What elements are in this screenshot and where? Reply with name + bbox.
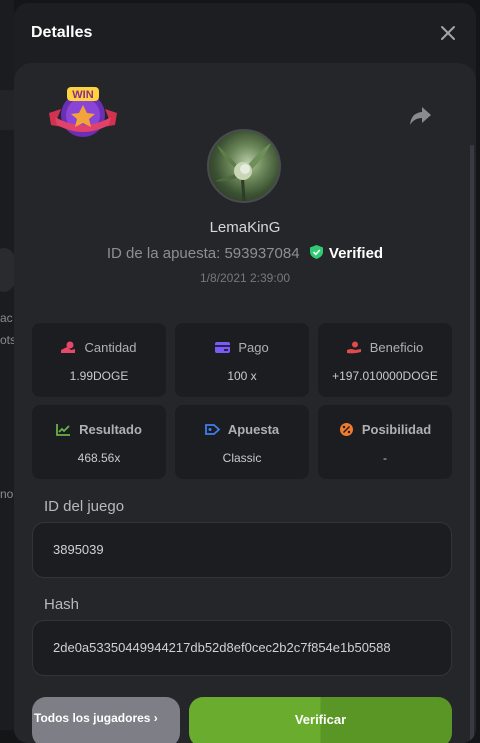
hand-coin-icon (346, 341, 361, 354)
stat-card-result: Resultado 468.56x (32, 405, 166, 479)
verified-label: Verified (328, 245, 384, 262)
stat-label: Cantidad (84, 340, 137, 355)
win-badge-icon: WIN (49, 87, 117, 137)
background-page: ac ots no (0, 0, 18, 730)
share-icon[interactable] (408, 105, 432, 127)
hash-field[interactable]: 2de0a53350449944217db52d8ef0cec2b2c7f854… (32, 620, 452, 676)
stat-card-bet: Apuesta Classic (175, 405, 309, 479)
verify-label: Verificar (294, 712, 347, 727)
stat-card-amount: Cantidad 1.99DOGE (32, 323, 166, 397)
details-modal: Detalles WIN LemaKinG ID de la apuesta: … (14, 3, 476, 743)
chart-icon (56, 424, 71, 436)
modal-header: Detalles (14, 3, 476, 63)
stat-label: Apuesta (227, 422, 280, 437)
stat-value: 100 x (227, 369, 257, 383)
all-players-label: Todos los jugadores › (34, 711, 158, 725)
tag-icon (204, 424, 220, 435)
details-panel: WIN LemaKinG ID de la apuesta: 593937084 (14, 63, 476, 743)
stat-value: Classic (222, 451, 262, 465)
avatar (207, 129, 281, 203)
stat-card-payout: Pago 100 x (175, 323, 309, 397)
background-text: ac (0, 311, 13, 325)
badge-text: WIN (72, 89, 93, 101)
game-id-label: ID del juego (44, 498, 125, 515)
stat-value: 1.99DOGE (69, 369, 129, 383)
username: LemaKinG (209, 219, 281, 236)
stat-card-chance: Posibilidad - (318, 405, 452, 479)
bet-id: ID de la apuesta: 593937084 Verified (14, 245, 476, 262)
all-players-button[interactable]: Todos los jugadores › (32, 697, 180, 743)
modal-title: Detalles (31, 24, 93, 41)
verified-shield-icon (309, 245, 323, 259)
background-text: no (0, 487, 14, 501)
bet-id-value: 593937084 (224, 245, 300, 262)
game-id-field[interactable]: 3895039 (32, 522, 452, 578)
stat-value: - (383, 451, 387, 465)
close-icon[interactable] (440, 25, 456, 41)
stat-label: Resultado (79, 422, 142, 437)
hash-label: Hash (44, 596, 80, 613)
card-icon (215, 342, 231, 353)
stat-label: Pago (238, 340, 269, 355)
coins-icon (61, 341, 76, 353)
background-element (0, 90, 14, 130)
stat-value: +197.010000DOGE (332, 369, 438, 383)
verify-button[interactable]: Verificar (189, 697, 452, 743)
game-id-value: 3895039 (53, 542, 104, 557)
stat-card-profit: Beneficio +197.010000DOGE (318, 323, 452, 397)
percent-icon (339, 423, 353, 436)
stat-label: Posibilidad (361, 422, 432, 437)
stat-value: 468.56x (77, 451, 121, 465)
stat-label: Beneficio (369, 340, 424, 355)
bet-date: 1/8/2021 2:39:00 (199, 271, 291, 285)
bet-id-label: ID de la apuesta: (106, 245, 221, 262)
hash-value: 2de0a53350449944217db52d8ef0cec2b2c7f854… (53, 640, 391, 655)
